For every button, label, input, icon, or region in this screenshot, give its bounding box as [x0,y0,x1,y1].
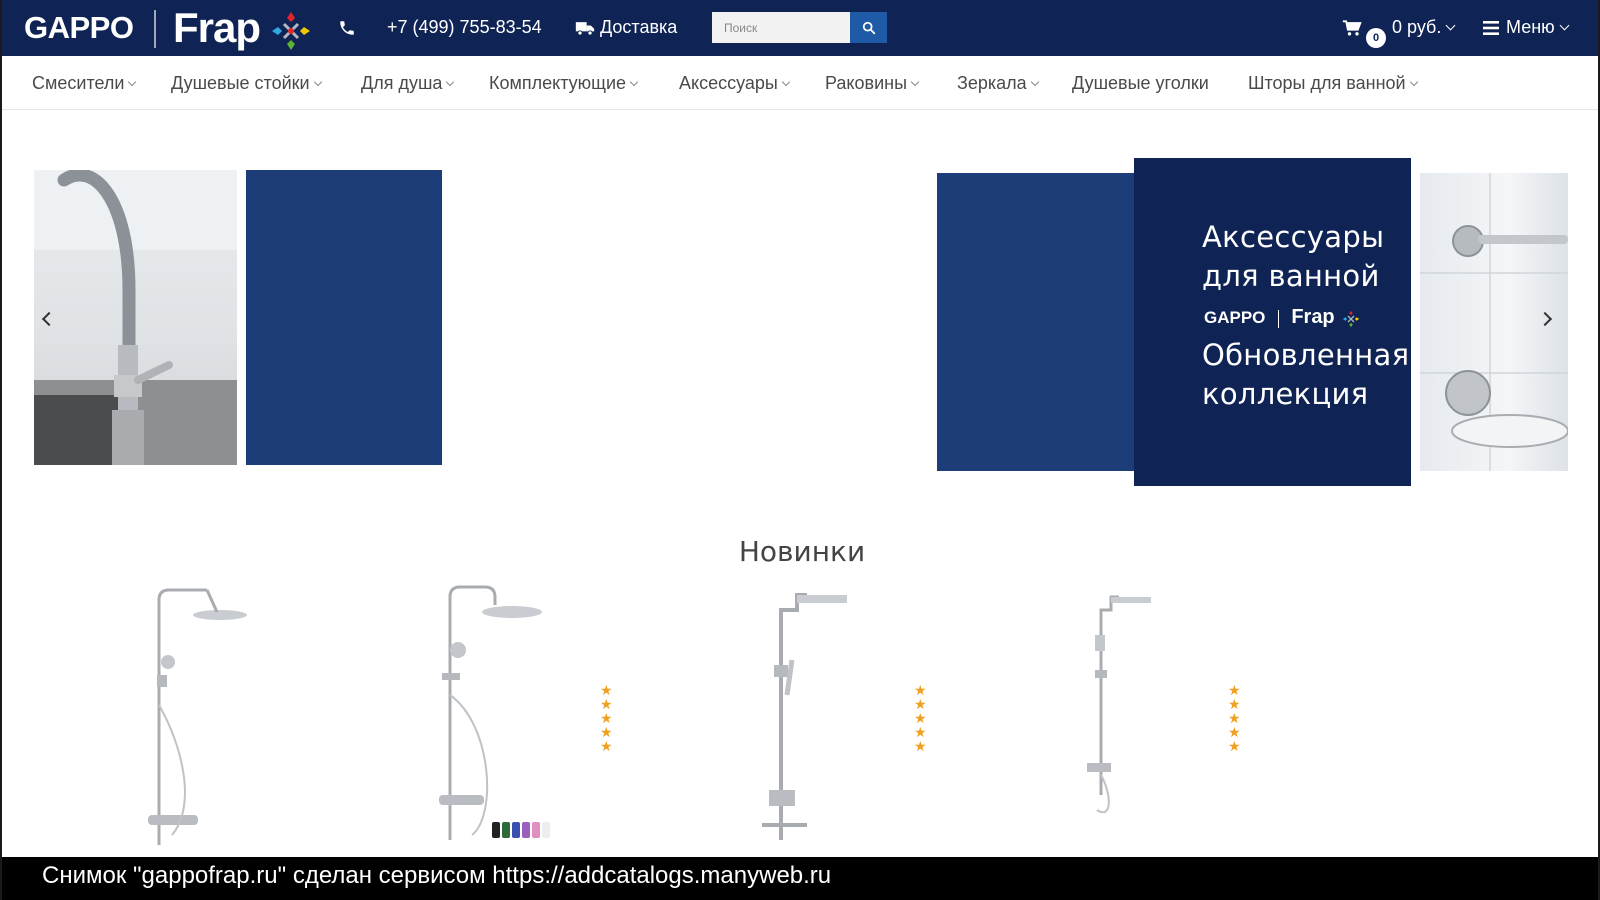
category-nav: Смесители Душевые стойки Для душа Компле… [2,56,1598,110]
product-card[interactable] [1057,585,1237,855]
chevron-down-icon [910,77,920,87]
banner-gappo-logo: GAPPO [1204,308,1266,327]
search-icon [862,21,875,34]
banner-line-4: коллекция [1202,377,1369,411]
star-icon: ★ [914,711,927,727]
product-card[interactable] [112,585,292,855]
banner-line-3: Обновленная [1202,338,1410,372]
frap-mark-icon [1342,310,1360,327]
product-rating: ★ ★ ★ ★ ★ [1228,684,1244,754]
category-mirrors[interactable]: Зеркала [957,73,1039,94]
category-label: Шторы для ванной [1248,73,1406,93]
kitchen-faucet-image [34,170,237,465]
delivery-link[interactable]: Доставка [600,17,677,38]
star-icon: ★ [1228,697,1241,713]
star-icon: ★ [600,711,613,727]
search-input[interactable] [712,12,850,43]
chevron-down-icon [1445,20,1456,31]
frap-mark-icon [272,12,310,50]
star-icon: ★ [1228,739,1241,755]
banner-frap-logo: Frap [1291,306,1335,328]
star-icon: ★ [1228,683,1241,699]
category-label: Зеркала [957,73,1027,93]
category-label: Душевые уголки [1072,73,1209,93]
slide-accessories-banner[interactable]: Аксессуары для ванной GAPPO Frap Обновле… [1134,158,1411,486]
star-icon: ★ [600,683,613,699]
product-card[interactable] [737,585,917,855]
chevron-down-icon [1409,77,1418,87]
search-button[interactable] [850,12,887,43]
star-icon: ★ [600,739,613,755]
shower-system-image [1087,595,1151,814]
phone-number[interactable]: +7 (499) 755-83-54 [387,17,542,38]
frap-logo[interactable]: Frap [173,4,261,52]
category-label: Смесители [32,73,125,93]
star-icon: ★ [914,725,927,741]
chevron-down-icon [313,77,322,87]
banner-line-1: Аксессуары [1202,220,1385,254]
category-mixers[interactable]: Смесители [32,73,137,94]
page: GAPPO Frap +7 (499) 755-83-54 Доставка П… [0,0,1600,900]
category-shower-corners[interactable]: Душевые уголки [1072,73,1209,94]
category-label: Душевые стойки [171,73,310,93]
star-icon: ★ [1228,711,1241,727]
star-icon: ★ [600,697,613,713]
menu-button[interactable]: Меню [1506,17,1570,38]
category-accessories[interactable]: Аксессуары [679,73,791,94]
category-label: Комплектующие [489,73,627,93]
new-products-title: Новинки [738,535,866,568]
banner-brand-logo: GAPPO Frap [1204,306,1360,329]
shower-system-image [439,585,550,840]
phone-icon [340,21,354,35]
gappo-logo[interactable]: GAPPO [24,10,134,46]
chevron-down-icon [128,77,137,87]
category-label: Раковины [825,73,908,93]
cart-total-dropdown[interactable]: 0 руб. [1392,17,1456,38]
shower-system-image [762,593,847,840]
category-bath-curtains[interactable]: Шторы для ванной [1248,73,1418,94]
slide-blue-panel [246,170,442,465]
star-icon: ★ [914,739,927,755]
star-icon: ★ [600,725,613,741]
category-sinks[interactable]: Раковины [825,73,920,94]
star-icon: ★ [914,697,927,713]
top-bar: GAPPO Frap +7 (499) 755-83-54 Доставка П… [2,0,1598,56]
star-icon: ★ [1228,725,1241,741]
chevron-down-icon [446,77,455,87]
chevron-down-icon [1559,20,1570,31]
hamburger-icon[interactable] [1483,21,1499,35]
screenshot-caption: Снимок "gappofrap.ru" сделан сервисом ht… [42,862,832,889]
slide-kitchen-faucet-image[interactable] [34,170,237,465]
category-label: Для душа [361,73,443,93]
logo-divider [154,10,156,48]
category-components[interactable]: Комплектующие [489,73,639,94]
shower-system-image [148,588,247,845]
star-icon: ★ [914,683,927,699]
truck-icon [575,22,595,36]
product-rating: ★ ★ ★ ★ ★ [914,684,930,754]
product-rating: ★ ★ ★ ★ ★ [600,684,616,754]
chevron-down-icon [629,77,639,87]
category-for-shower[interactable]: Для душа [361,73,455,94]
banner-line-2: для ванной [1202,259,1380,293]
cart-icon[interactable] [1342,19,1362,37]
chevron-down-icon [781,77,791,87]
category-shower-systems[interactable]: Душевые стойки [171,73,322,94]
menu-label: Меню [1506,17,1555,37]
cart-count-badge: 0 [1366,28,1386,48]
chevron-down-icon [1030,77,1039,87]
logo-divider [1277,309,1279,328]
category-label: Аксессуары [679,73,778,93]
slide-blue-panel [937,173,1137,471]
cart-total-label: 0 руб. [1392,17,1442,37]
product-card[interactable] [402,585,582,855]
